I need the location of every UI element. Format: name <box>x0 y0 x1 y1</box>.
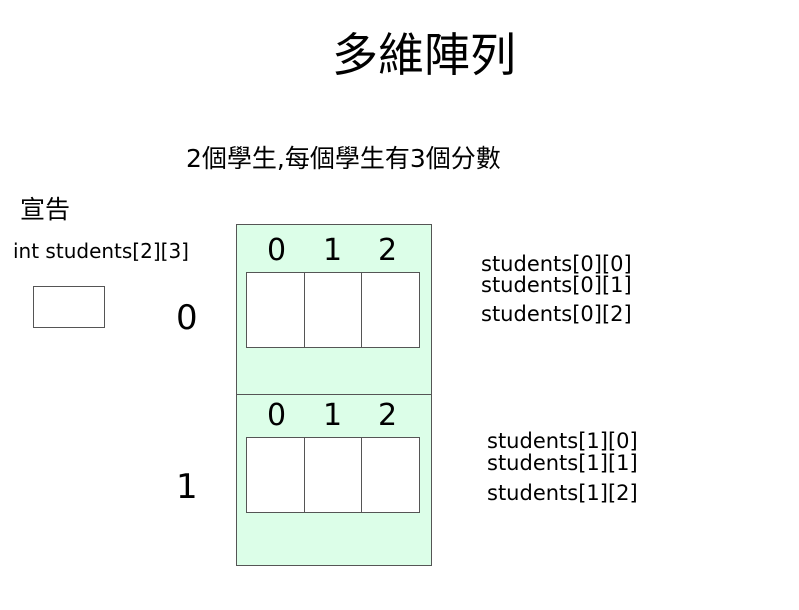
page-title: 多維陣列 <box>332 28 516 82</box>
cell-row-1 <box>246 437 420 513</box>
element-label-1-0: students[1][0] <box>487 429 638 453</box>
row-block-0: 0 1 2 <box>236 224 432 395</box>
element-label-0-2: students[0][2] <box>481 302 632 326</box>
column-index-2: 2 <box>378 233 398 268</box>
column-index-1: 1 <box>323 233 343 268</box>
array-cell-1-2 <box>362 438 420 512</box>
row-block-1: 0 1 2 <box>236 394 432 566</box>
declaration-label: 宣告 <box>20 195 71 224</box>
column-index-0: 0 <box>267 233 287 268</box>
element-label-1-1: students[1][1] <box>487 451 638 475</box>
array-cell-1-1 <box>304 438 363 512</box>
row-index-0: 0 <box>176 298 198 338</box>
column-index-2: 2 <box>378 398 398 433</box>
element-label-0-1: students[0][1] <box>481 273 632 297</box>
array-cell-1-0 <box>247 438 305 512</box>
column-index-1: 1 <box>323 398 343 433</box>
row-index-1: 1 <box>176 467 198 507</box>
array-cell-0-1 <box>304 273 363 347</box>
element-label-1-2: students[1][2] <box>487 481 638 505</box>
array-cell-0-2 <box>362 273 420 347</box>
column-index-0: 0 <box>267 398 287 433</box>
sample-cell-box <box>33 286 105 328</box>
cell-row-0 <box>246 272 420 348</box>
declaration-code: int students[2][3] <box>13 239 189 263</box>
subtitle: 2個學生,每個學生有3個分數 <box>186 144 501 173</box>
array-cell-0-0 <box>247 273 305 347</box>
element-label-0-0: students[0][0] <box>481 252 632 276</box>
